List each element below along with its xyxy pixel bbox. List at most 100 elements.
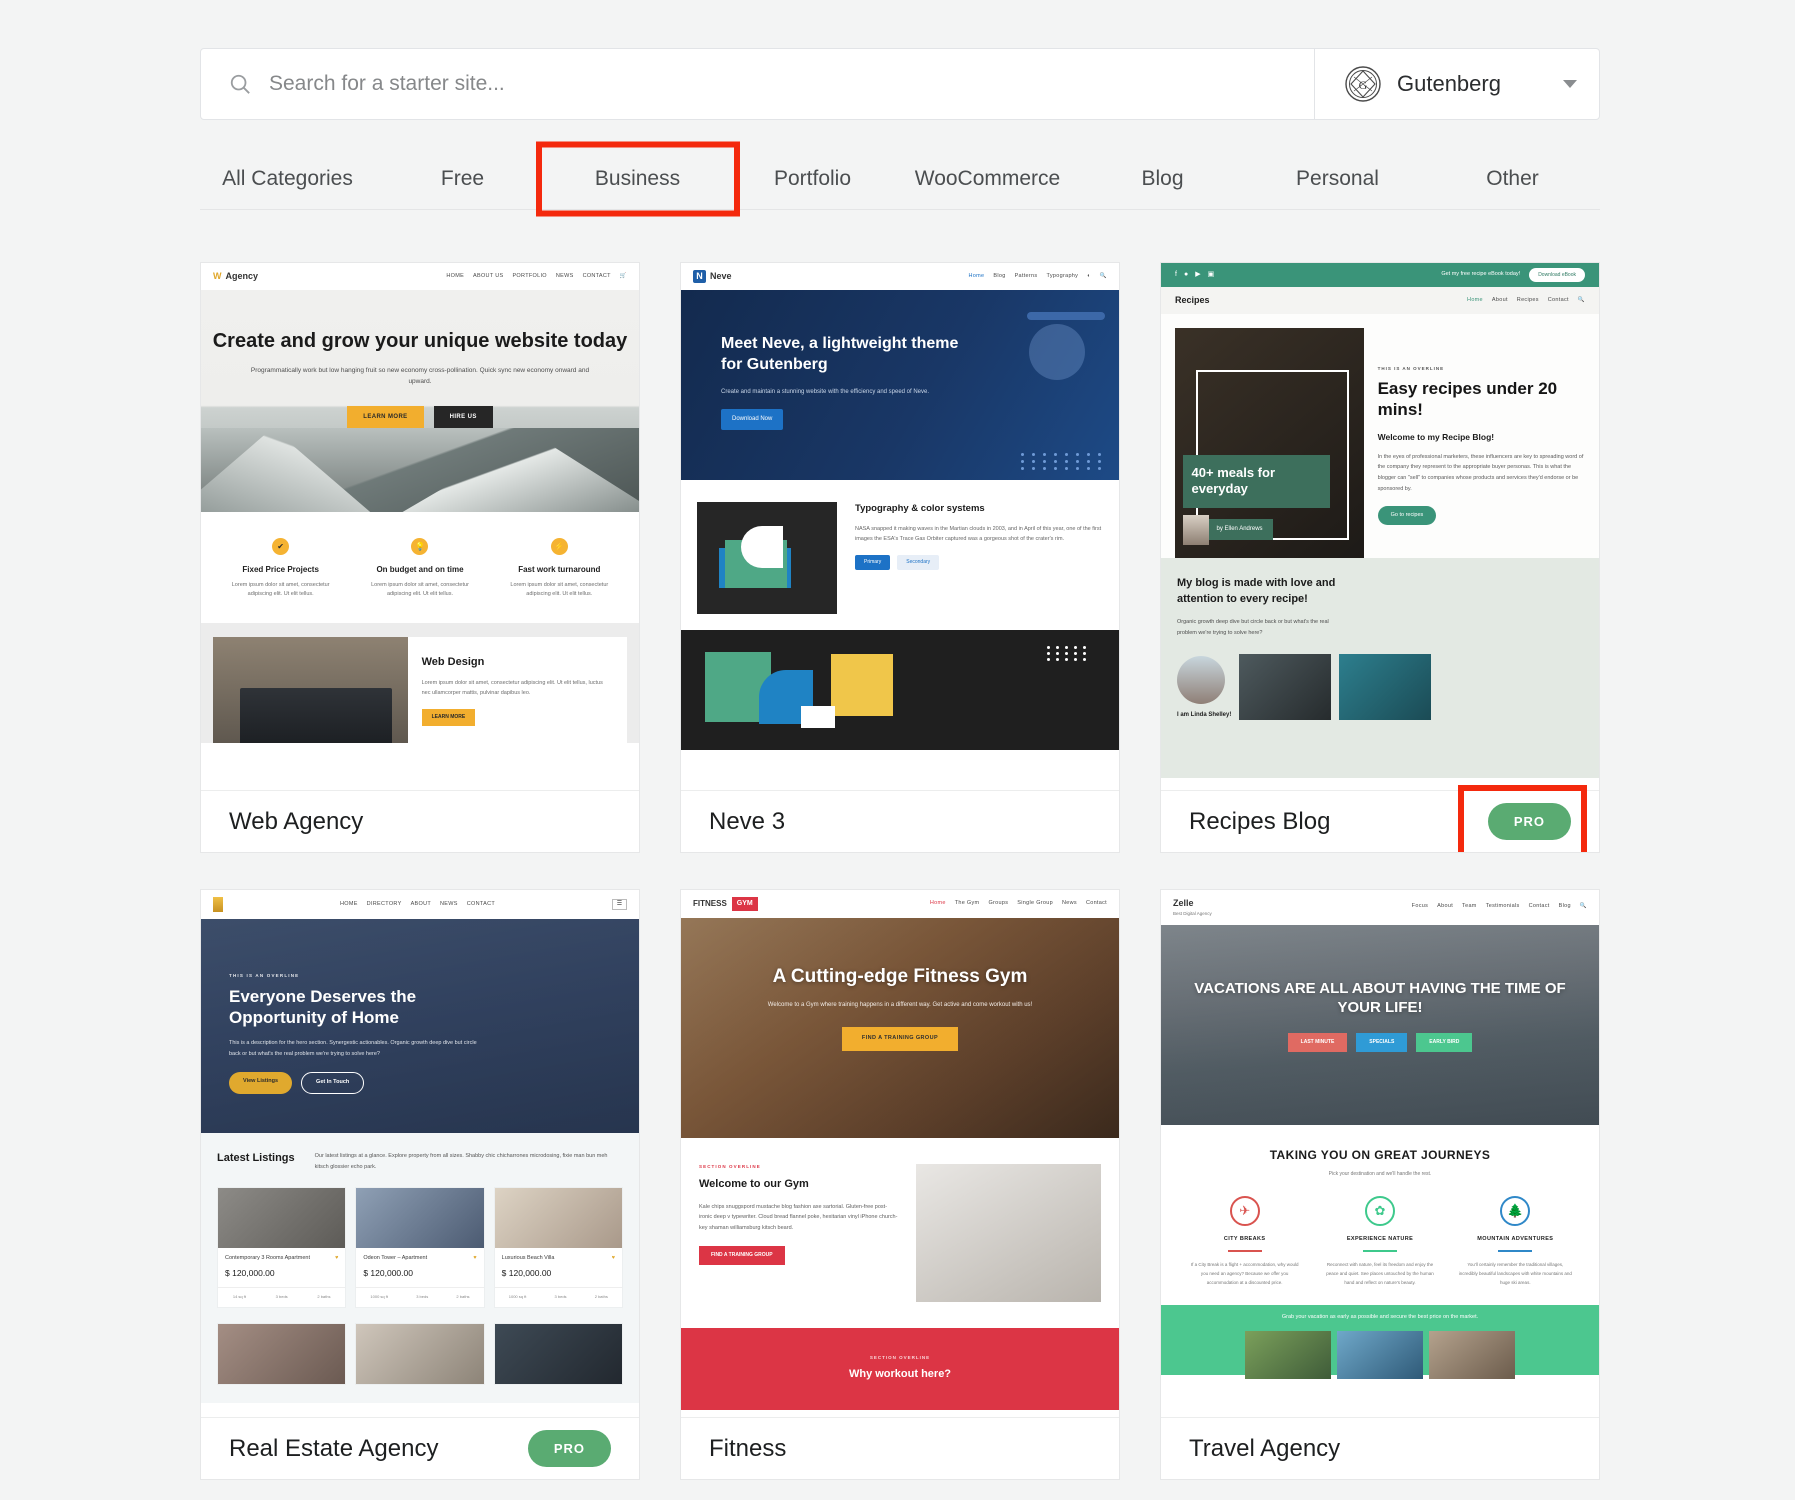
search-toolbar: G Gutenberg	[200, 48, 1600, 120]
site-preview: HOME DIRECTORY ABOUT NEWS CONTACT ☰ THIS…	[201, 890, 639, 1417]
hero-paragraph: This is a description for the hero secti…	[229, 1040, 477, 1057]
preview-hero: A Cutting-edge Fitness Gym Welcome to a …	[681, 918, 1119, 1139]
chevron-down-icon[interactable]	[1563, 80, 1577, 88]
starter-site-card[interactable]: N Neve Home Blog Patterns Typography ◐ 🔍…	[680, 262, 1120, 853]
listing-card	[355, 1322, 485, 1385]
feature-item: ✈ CITY BREAKS If a City Break is a fligh…	[1177, 1196, 1312, 1287]
divider	[1498, 1250, 1533, 1253]
listing-stats: 1000 sq ft 3 beds 2 baths	[356, 1286, 484, 1307]
author-name: I am Linda Shelley!	[1177, 712, 1232, 719]
pro-badge[interactable]: PRO	[527, 1430, 611, 1467]
search-input[interactable]	[269, 72, 1300, 96]
tab-blog[interactable]: Blog	[1075, 155, 1250, 203]
tab-portfolio[interactable]: Portfolio	[725, 155, 900, 203]
preview-brand: Zelle Best Digital Agency	[1173, 898, 1212, 917]
svg-text:G: G	[1359, 78, 1368, 92]
heart-icon: ♥	[611, 1255, 615, 1262]
tab-woocommerce[interactable]: WooCommerce	[900, 155, 1075, 203]
listing-baths: 2 baths	[594, 1293, 608, 1299]
tab-other[interactable]: Other	[1425, 155, 1600, 203]
hire-us-button: HIRE US	[433, 405, 493, 429]
listings-header: Latest Listings Our latest listings at a…	[217, 1151, 623, 1172]
listing-card: Odeon Tower – Apartment ♥ $ 120,000.00 10…	[355, 1187, 485, 1308]
listing-image	[494, 1323, 622, 1384]
hero-paragraph: In the eyes of professional marketers, t…	[1377, 453, 1584, 492]
theme-selector-dropdown[interactable]: G Gutenberg	[1314, 49, 1599, 119]
abstract-artwork	[697, 502, 837, 615]
card-footer: Recipes Blog PRO	[1161, 790, 1599, 852]
listing-price: $ 120,000.00	[501, 1268, 552, 1279]
typography-text: Typography & color systems NASA snapped …	[855, 502, 1103, 571]
preview-hero: VACATIONS ARE ALL ABOUT HAVING THE TIME …	[1161, 925, 1599, 1125]
search-field-wrapper[interactable]	[201, 49, 1314, 119]
starter-site-card[interactable]: HOME DIRECTORY ABOUT NEWS CONTACT ☰ THIS…	[200, 889, 640, 1480]
learn-more-button: LEARN MORE	[347, 405, 424, 429]
typography-buttons: Primary Secondary	[855, 555, 1103, 571]
web-design-section: Web Design Lorem ipsum dolor sit amet, c…	[201, 623, 639, 744]
food-photo	[1339, 654, 1432, 721]
listings-section: Latest Listings Our latest listings at a…	[201, 1133, 639, 1403]
bolt-icon: ⚡	[550, 538, 568, 556]
listing-area: 1000 sq ft	[508, 1293, 527, 1299]
listing-stats: 1000 sq ft 3 beds 2 baths	[494, 1286, 622, 1307]
decor-dots	[1021, 453, 1105, 471]
hero-title: Meet Neve, a lightweight theme for Guten…	[721, 335, 959, 373]
laptop-image	[213, 637, 408, 744]
preview-menu: HOME DIRECTORY ABOUT NEWS CONTACT	[339, 900, 496, 907]
destination-photo	[1337, 1331, 1423, 1380]
preview-hero: THIS IS AN OVERLINE Everyone Deserves th…	[201, 919, 639, 1133]
preview-navbar: Recipes Home About Recipes Contact 🔍	[1161, 287, 1599, 315]
menu-icon: ☰	[611, 899, 627, 910]
twitter-icon: ●	[1183, 271, 1189, 279]
hero-title: Everyone Deserves the Opportunity of Hom…	[229, 986, 417, 1027]
search-icon: 🔍	[1579, 903, 1587, 910]
card-title: Travel Agency	[1189, 1434, 1341, 1462]
listing-card: Contemporary 3 Rooms Apartment ♥ $ 120,00…	[217, 1187, 347, 1308]
preview-menu: Home About Recipes Contact 🔍	[1467, 296, 1585, 303]
preview-topbar: f ● ▶ ▣ Get my free recipe eBook today! …	[1161, 263, 1599, 288]
preview-navbar: W Agency HOME ABOUT US PORTFOLIO NEWS CO…	[201, 263, 639, 291]
preview-menu: Home Blog Patterns Typography ◐ 🔍	[968, 272, 1107, 279]
starter-site-card[interactable]: FITNESS GYM Home The Gym Groups Single G…	[680, 889, 1120, 1480]
listing-image	[356, 1323, 484, 1384]
listing-baths: 2 baths	[456, 1293, 470, 1299]
author-thumb	[1182, 514, 1209, 545]
listing-image	[356, 1188, 484, 1249]
card-title: Web Agency	[229, 807, 364, 835]
building-logo-icon	[213, 897, 223, 912]
destination-photo	[1429, 1331, 1515, 1380]
decor-bar	[1027, 312, 1105, 321]
hero-subtitle: Welcome to my Recipe Blog!	[1377, 432, 1495, 443]
listing-card	[217, 1322, 347, 1385]
promo-gallery	[1161, 1331, 1599, 1380]
tab-business[interactable]: Business	[550, 155, 725, 203]
tree-icon: 🌲	[1500, 1196, 1531, 1227]
color-blocks-section	[681, 630, 1119, 751]
starter-site-card[interactable]: Zelle Best Digital Agency Focus About Te…	[1160, 889, 1600, 1480]
preview-brand: N Neve	[693, 270, 732, 284]
social-icons: f ● ▶ ▣	[1175, 270, 1214, 280]
starter-sites-grid: W Agency HOME ABOUT US PORTFOLIO NEWS CO…	[200, 262, 1600, 1480]
hero-title: Create and grow your unique website toda…	[212, 330, 628, 353]
facebook-icon: f	[1175, 271, 1177, 279]
specials-button: SPECIALS	[1356, 1033, 1408, 1053]
pro-badge[interactable]: PRO	[1487, 803, 1571, 840]
card-title: Neve 3	[709, 807, 786, 835]
listing-price: $ 120,000.00	[225, 1268, 275, 1279]
tab-free[interactable]: Free	[375, 155, 550, 203]
secondary-button: Secondary	[897, 555, 940, 571]
starter-site-card[interactable]: W Agency HOME ABOUT US PORTFOLIO NEWS CO…	[200, 262, 640, 853]
gutenberg-logo-icon: G	[1343, 64, 1383, 104]
why-banner: SECTION OVERLINE Why workout here?	[681, 1328, 1119, 1411]
listing-stats: 14 sq ft 3 beds 2 baths	[218, 1286, 346, 1307]
tab-all-categories[interactable]: All Categories	[200, 155, 375, 203]
features-row: ✔ Fixed Price Projects Lorem ipsum dolor…	[201, 512, 639, 624]
about-text: Organic growth deep dive but circle back…	[1177, 619, 1329, 636]
hero-buttons: View Listings Get In Touch	[229, 1072, 639, 1095]
listing-area: 14 sq ft	[232, 1293, 246, 1299]
search-icon: 🔍	[1099, 272, 1107, 279]
starter-site-card[interactable]: f ● ▶ ▣ Get my free recipe eBook today! …	[1160, 262, 1600, 853]
search-icon: 🔍	[1577, 296, 1585, 303]
features-row: ✈ CITY BREAKS If a City Break is a fligh…	[1177, 1196, 1583, 1287]
tab-personal[interactable]: Personal	[1250, 155, 1425, 203]
